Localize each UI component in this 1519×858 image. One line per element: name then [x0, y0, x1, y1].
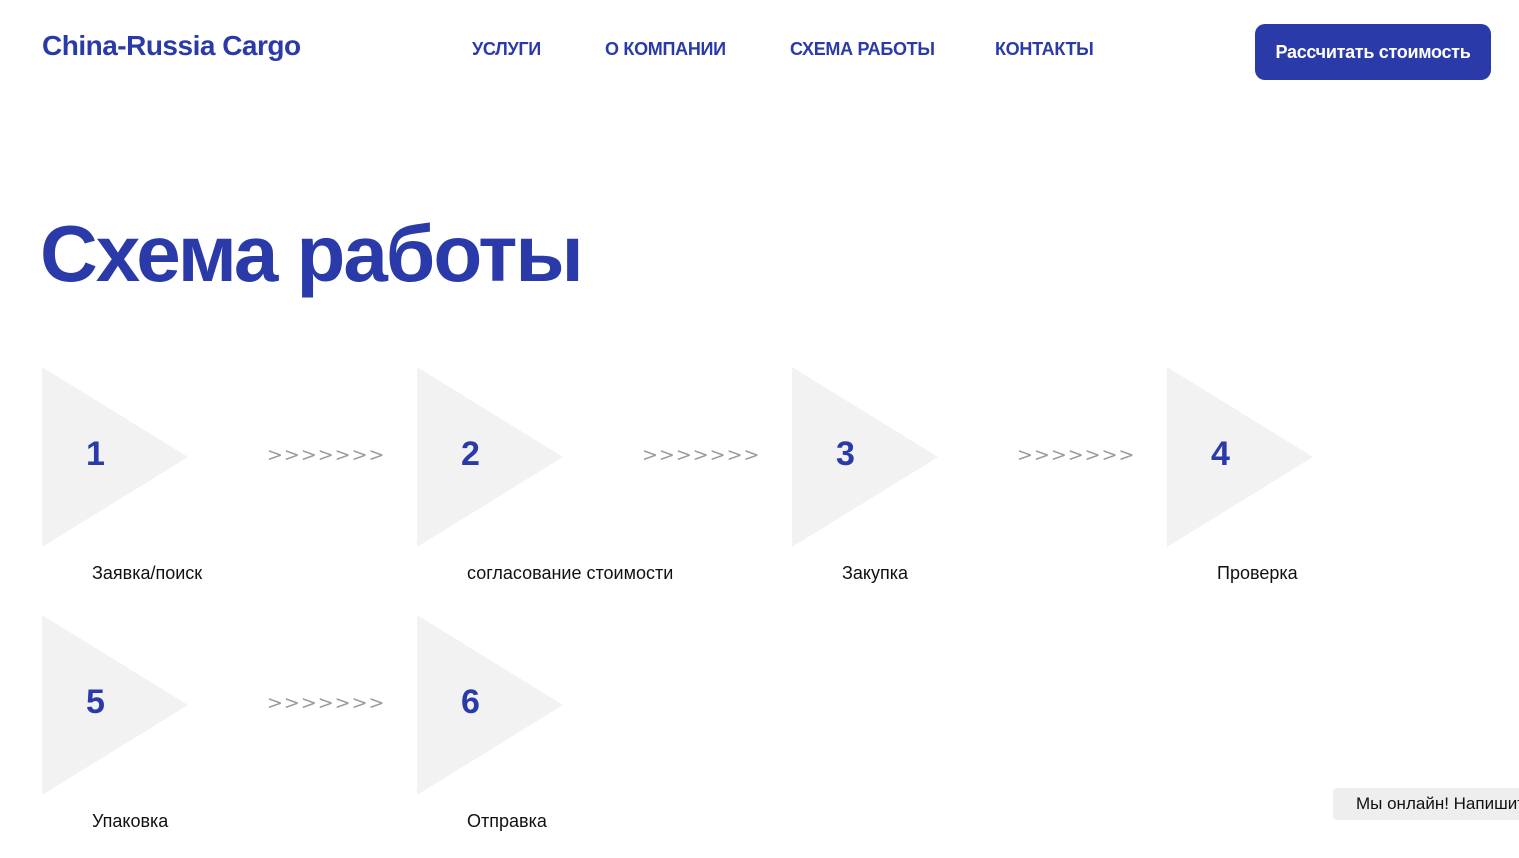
step-arrows: >>>>>>>: [267, 692, 386, 714]
nav-item-services[interactable]: УСЛУГИ: [472, 39, 541, 60]
page-title: Схема работы: [40, 209, 584, 298]
nav-item-about[interactable]: О КОМПАНИИ: [605, 39, 726, 60]
step-arrows: >>>>>>>: [267, 444, 386, 466]
step-label: Заявка/поиск: [92, 563, 203, 583]
step-number: 1: [86, 435, 105, 473]
step-card: 4 Проверка: [1167, 367, 1507, 587]
triangle-shape: [417, 615, 563, 795]
triangle-shape: [42, 615, 188, 795]
step-label: Упаковка: [92, 811, 169, 831]
step-number: 3: [836, 435, 855, 473]
step-label: Проверка: [1217, 563, 1298, 583]
step-card: 3 Закупка: [792, 367, 1132, 587]
step-card: 6 Отправка: [417, 615, 757, 835]
step-arrows: >>>>>>>: [1017, 444, 1136, 466]
step-label: Закупка: [842, 563, 908, 583]
step-label: согласование стоимости: [467, 563, 674, 583]
nav-item-contacts[interactable]: КОНТАКТЫ: [995, 39, 1094, 60]
triangle-shape: [42, 367, 188, 547]
step-card: 5 Упаковка: [42, 615, 382, 835]
triangle-shape: [1167, 367, 1313, 547]
logo[interactable]: China-Russia Cargo: [42, 30, 301, 62]
step-number: 2: [461, 435, 480, 473]
calculate-cost-button[interactable]: Рассчитать стоимость: [1255, 24, 1491, 80]
nav-item-workflow[interactable]: СХЕМА РАБОТЫ: [790, 39, 935, 60]
step-number: 6: [461, 683, 480, 721]
triangle-shape: [792, 367, 938, 547]
step-number: 4: [1211, 435, 1230, 473]
chat-widget[interactable]: Мы онлайн! Напишите нам: [1333, 788, 1519, 820]
triangle-shape: [417, 367, 563, 547]
step-arrows: >>>>>>>: [642, 444, 761, 466]
step-card: 2 согласование стоимости: [417, 367, 757, 587]
page: China-Russia Cargo УСЛУГИ О КОМПАНИИ СХЕ…: [0, 0, 1519, 858]
step-card: 1 Заявка/поиск: [42, 367, 382, 587]
step-label: Отправка: [467, 811, 547, 831]
step-number: 5: [86, 683, 105, 721]
